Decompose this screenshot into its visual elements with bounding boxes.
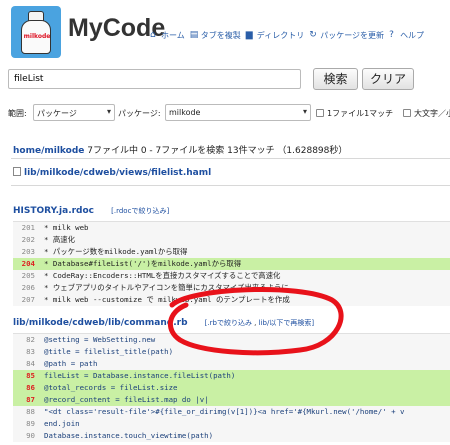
result-file-link[interactable]: lib/milkode/cdweb/lib/command.rb	[13, 318, 188, 328]
search-input[interactable]	[8, 69, 301, 89]
clear-button[interactable]: クリア	[362, 68, 414, 90]
file-result-path: lib/milkode/cdweb/views/filelist.haml	[24, 168, 212, 178]
one-file-one-match-checkbox[interactable]	[316, 109, 324, 117]
research-subdir-link[interactable]: lib/以下で再検索]	[259, 319, 314, 327]
nav-directory-label: ディレクトリ	[256, 31, 305, 40]
chevron-down-icon: ▾	[106, 107, 111, 116]
summary-text: 7ファイル中 0 - 7ファイルを検索 13件マッチ （1.628898秒）	[84, 146, 348, 156]
code-line-match: 85 fileList = Database.instance.fileList(…	[13, 370, 450, 382]
code-snippet: 201 * milk web 202 * 高速化 203 * パッケージ数をmil…	[13, 221, 450, 306]
package-select-value: milkode	[169, 108, 201, 117]
search-bar: 検索 クリア	[8, 67, 450, 91]
header: milkode MyCode ⌂ ホーム ▤ タブを複製 ▆ ディレクトリ ↻ …	[0, 0, 450, 62]
nav-help[interactable]: ? ヘルプ	[389, 30, 424, 41]
nav-home-label: ホーム	[161, 31, 185, 40]
filter-bar: 範囲: パッケージ ▾ パッケージ: milkode ▾ 1ファイル1マッチ 大…	[8, 104, 450, 122]
code-line: 202 * 高速化	[21, 235, 76, 244]
code-line: 89 end.join	[26, 419, 80, 428]
code-line-match: 204 * Database#fileList('/')をmilkode.yam…	[13, 258, 450, 270]
narrow-by-extension-link[interactable]: [.rbで絞り込み	[205, 319, 252, 327]
nav-help-label: ヘルプ	[400, 31, 425, 40]
code-line: 90 Database.instance.touch_viewtime(path)	[26, 431, 214, 440]
narrow-links: [.rbで絞り込み , lib/以下で再検索]	[205, 319, 314, 327]
code-line-match: 86 @total_records = fileList.size	[13, 382, 450, 394]
code-line-match: 87 @record_content = fileList.map do |v|	[13, 394, 450, 406]
file-result-link[interactable]: lib/milkode/cdweb/views/filelist.haml	[13, 167, 211, 178]
help-icon: ?	[389, 30, 394, 40]
code-snippet: 82 @setting = WebSetting.new 83 @title = f…	[13, 333, 450, 442]
code-line: 82 @setting = WebSetting.new	[26, 335, 156, 344]
code-line: 205 * CodeRay::Encoders::HTMLを直接カスタマイズする…	[21, 271, 281, 280]
summary-path-link[interactable]: home/milkode	[13, 146, 84, 156]
nav-home[interactable]: ⌂ ホーム	[150, 30, 185, 41]
one-file-one-match-label: 1ファイル1マッチ	[327, 109, 394, 118]
search-summary: home/milkode 7ファイル中 0 - 7ファイルを検索 13件マッチ …	[13, 143, 347, 156]
home-icon: ⌂	[150, 30, 156, 40]
case-sensitive-checkbox[interactable]	[403, 109, 411, 117]
nav-update-package-label: パッケージを更新	[320, 31, 385, 40]
directory-icon: ▆	[245, 30, 253, 40]
logo-text: milkode	[23, 33, 51, 40]
code-line: 84 @path = path	[26, 359, 98, 368]
code-line: 88 "<dt class='result-file'>#{file_or_di…	[26, 407, 405, 416]
code-line: 206 * ウェブアプリのタイトルやアイコンを簡単にカスタマイズ出来るように	[21, 283, 289, 292]
code-line: 207 * milk web --customize で milkweb.yam…	[21, 295, 290, 304]
code-line: 201 * milk web	[21, 223, 89, 232]
result-title: HISTORY.ja.rdoc [.rdocで絞り込み]	[13, 206, 169, 216]
scope-select[interactable]: パッケージ ▾	[33, 104, 115, 121]
scope-label: 範囲:	[8, 109, 27, 118]
divider	[11, 158, 450, 159]
refresh-icon: ↻	[309, 30, 317, 40]
code-line: 203 * パッケージ数をmilkode.yamlから取得	[21, 247, 188, 256]
milk-bottle-icon: milkode	[21, 20, 51, 54]
search-button[interactable]: 検索	[313, 68, 358, 90]
nav-directory[interactable]: ▆ ディレクトリ	[246, 30, 304, 41]
case-sensitive-label: 大文字／小	[414, 109, 450, 118]
code-line: 83 @title = filelist_title(path)	[26, 347, 174, 356]
nav-duplicate-tab[interactable]: ▤ タブを複製	[190, 30, 241, 41]
scope-select-value: パッケージ	[37, 109, 77, 118]
copy-tab-icon: ▤	[189, 30, 199, 40]
top-nav: ⌂ ホーム ▤ タブを複製 ▆ ディレクトリ ↻ パッケージを更新 ? ヘルプ	[150, 30, 424, 41]
package-select[interactable]: milkode ▾	[165, 104, 311, 121]
narrow-by-extension-link[interactable]: [.rdocで絞り込み]	[111, 207, 169, 215]
nav-duplicate-tab-label: タブを複製	[200, 31, 241, 40]
result-title: lib/milkode/cdweb/lib/command.rb [.rbで絞り…	[13, 318, 314, 328]
result-file-link[interactable]: HISTORY.ja.rdoc	[13, 206, 94, 216]
chevron-down-icon: ▾	[302, 107, 307, 116]
package-label: パッケージ:	[118, 109, 161, 118]
milkode-logo[interactable]: milkode	[11, 6, 61, 58]
file-icon	[13, 167, 21, 176]
nav-update-package[interactable]: ↻ パッケージを更新	[309, 30, 384, 41]
link-separator: ,	[251, 319, 259, 327]
divider	[11, 185, 450, 186]
